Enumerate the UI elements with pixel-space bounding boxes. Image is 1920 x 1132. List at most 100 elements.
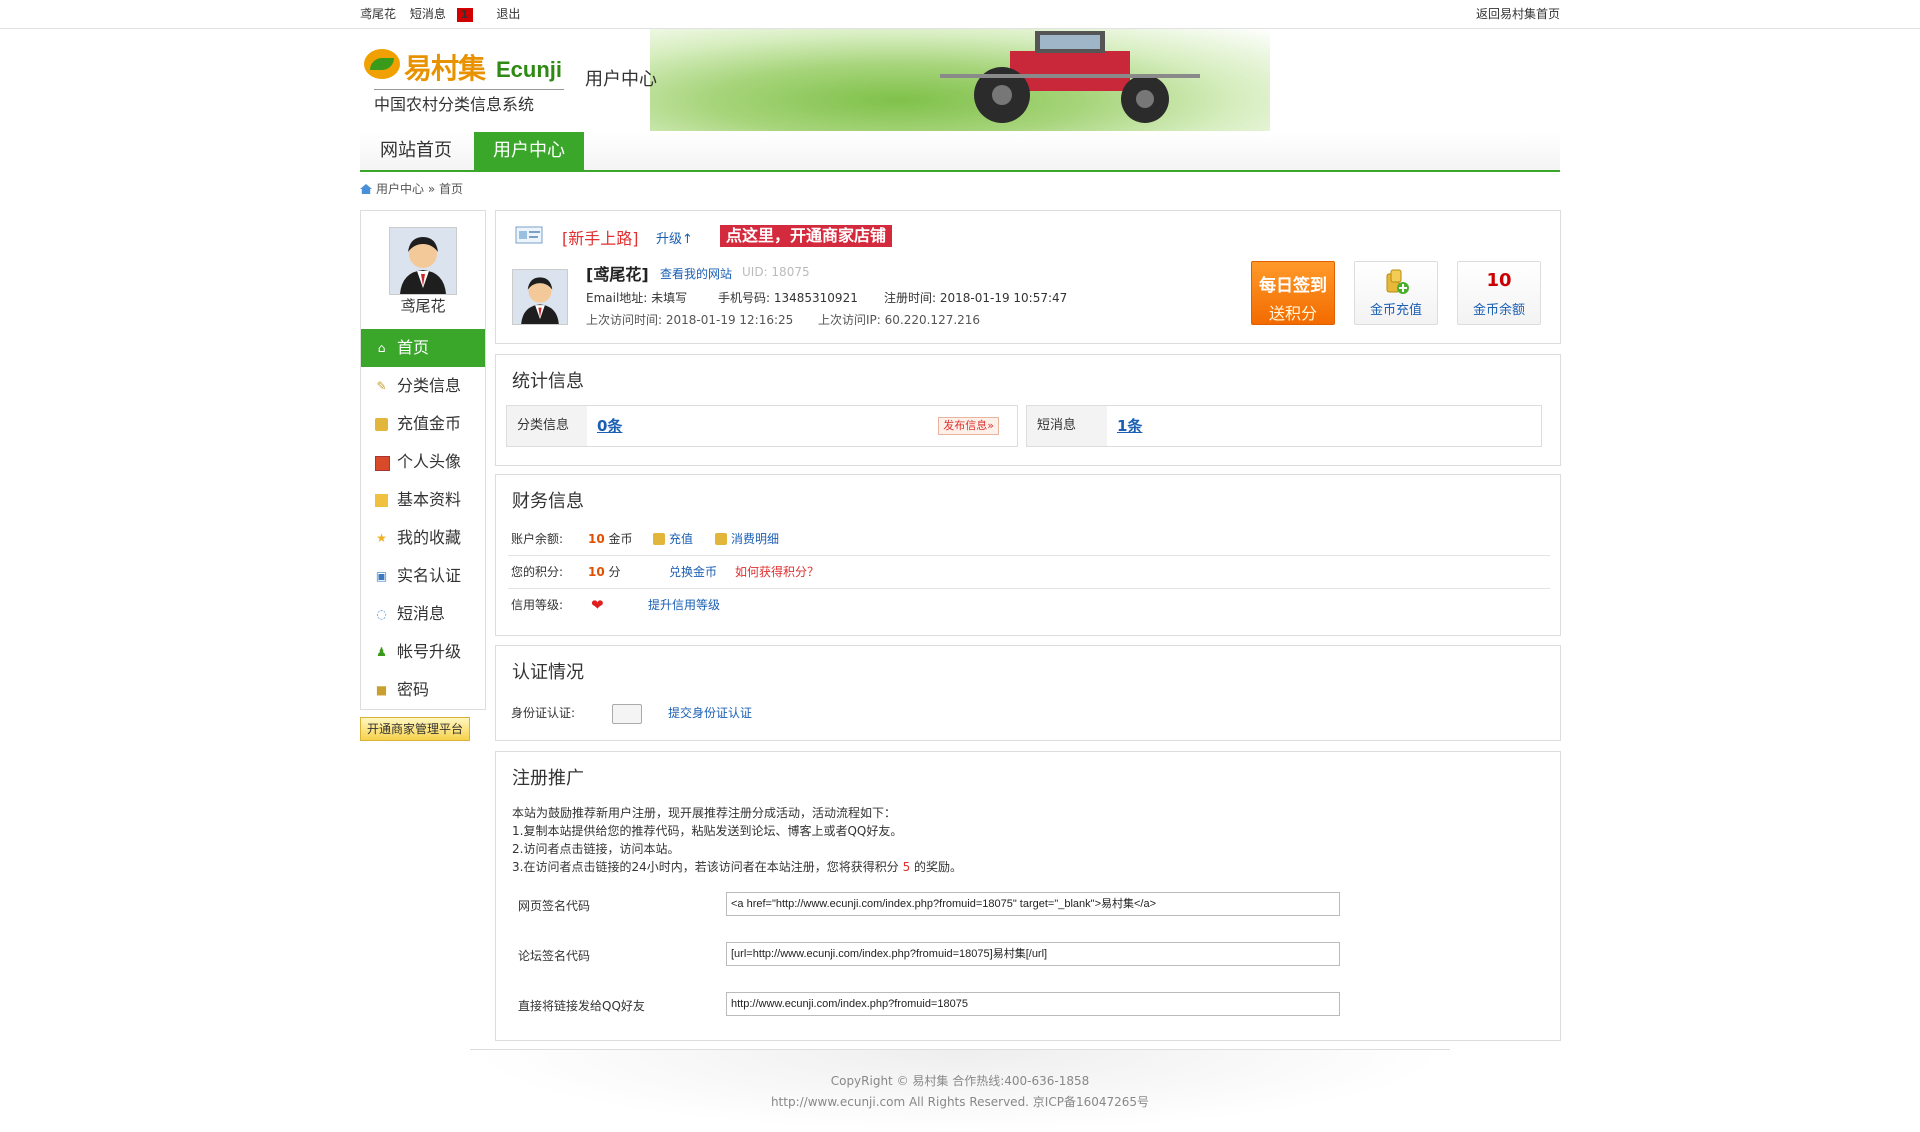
recharge-label: 金币充值 xyxy=(1369,303,1422,318)
referral-line-3: 2.访问者点击链接，访问本站。 xyxy=(512,842,680,856)
forum-code-field[interactable]: [url=http://www.ecunji.com/index.php?fro… xyxy=(726,942,1340,966)
verification-panel: 认证情况 身份证认证: 提交身份证认证 xyxy=(495,645,1561,741)
nav-user-center[interactable]: 用户中心 xyxy=(474,132,584,170)
sidebar-item-label: 密码 xyxy=(397,680,430,699)
profile-name: [鸢尾花] xyxy=(586,265,649,284)
coin-balance-box[interactable]: 10 金币余额 xyxy=(1457,261,1541,325)
stat-classified: 分类信息 0条 发布信息» xyxy=(506,405,1018,447)
logo-mark-icon xyxy=(364,49,400,79)
messages-link[interactable]: 短消息 1 xyxy=(410,7,483,22)
sidebar-item-label: 我的收藏 xyxy=(397,528,462,547)
exchange-coins-link[interactable]: 兑换金币 xyxy=(669,556,717,588)
lock-icon: ■ xyxy=(375,683,388,697)
open-shop-banner[interactable]: 点这里，开通商家店铺 xyxy=(720,225,893,247)
username-link[interactable]: 鸢尾花 xyxy=(360,7,396,21)
sidebar-item-verify[interactable]: ▣ 实名认证 xyxy=(361,557,485,595)
nav-home[interactable]: 网站首页 xyxy=(360,132,472,170)
sidebar-menu: ⌂ 首页 ✎ 分类信息 充值金币 个人头像 基本资料 ★ 我的收藏 ▣ 实名认证 ◌ 短消… xyxy=(361,329,485,709)
recharge-link-label[interactable]: 充值 xyxy=(669,532,693,546)
id-verify-label: 身份证认证: xyxy=(511,706,576,720)
referral-line-4-b: 的奖励。 xyxy=(914,860,963,874)
chat-icon: ◌ xyxy=(376,607,387,621)
stat-messages-label: 短消息 xyxy=(1027,406,1107,446)
reg-time-info: 注册时间: 2018-01-19 10:57:47 xyxy=(884,291,1068,305)
daily-checkin-button[interactable]: 每日签到 送积分 xyxy=(1251,261,1335,325)
coin-balance-value: 10 xyxy=(1486,270,1512,291)
top-bar: 鸢尾花 短消息 1 退出 返回易村集首页 xyxy=(0,0,1920,29)
messages-count-badge: 1 xyxy=(456,8,473,22)
qq-link-field[interactable]: http://www.ecunji.com/index.php?fromuid=… xyxy=(726,992,1340,1016)
coins-icon xyxy=(653,533,665,545)
finance-panel: 财务信息 账户余额: 10 金币 充值 消费明细 您的积分: 10 分 兑换金币… xyxy=(495,474,1561,636)
balance-row: 账户余额: 10 金币 充值 消费明细 xyxy=(508,523,1550,556)
upgrade-link[interactable]: 升级↑ xyxy=(656,228,693,247)
sidebar-item-favorites[interactable]: ★ 我的收藏 xyxy=(361,519,485,557)
sidebar: 鸢尾花 ⌂ 首页 ✎ 分类信息 充值金币 个人头像 基本资料 ★ 我的收藏 ▣ 实名认证… xyxy=(360,210,486,710)
coins-icon xyxy=(375,418,388,431)
how-get-points-link[interactable]: 如何获得积分？ xyxy=(735,556,819,588)
breadcrumb-sep: » xyxy=(427,182,436,196)
referral-line-2: 1.复制本站提供给您的推荐代码，粘贴发送到论坛、博客上或者QQ好友。 xyxy=(512,824,903,838)
heart-icon: ❤ xyxy=(591,596,604,614)
coins-icon xyxy=(1386,269,1409,294)
phone-info: 手机号码: 13485310921 xyxy=(718,291,858,305)
sidebar-item-home[interactable]: ⌂ 首页 xyxy=(361,329,485,367)
stat-classified-value[interactable]: 0条 xyxy=(597,406,622,446)
edit-icon: ✎ xyxy=(376,379,387,393)
sidebar-item-messages[interactable]: ◌ 短消息 xyxy=(361,595,485,633)
sidebar-item-recharge[interactable]: 充值金币 xyxy=(361,405,485,443)
sidebar-item-password[interactable]: ■ 密码 xyxy=(361,671,485,709)
recharge-link[interactable]: 充值 xyxy=(653,523,693,555)
sidebar-item-label: 分类信息 xyxy=(397,376,462,395)
last-ip-info: 上次访问IP: 60.220.127.216 xyxy=(818,313,981,327)
balance-value: 10 金币 xyxy=(588,523,633,555)
improve-credit-link[interactable]: 提升信用等级 xyxy=(648,589,720,621)
home-icon xyxy=(360,184,372,194)
publish-info-button[interactable]: 发布信息» xyxy=(938,417,999,435)
sidebar-item-label: 充值金币 xyxy=(397,414,462,433)
logo-en: Ecunji xyxy=(496,57,563,82)
last-visit-info: 上次访问时间: 2018-01-19 12:16:25 xyxy=(586,313,794,327)
sidebar-item-profile[interactable]: 基本资料 xyxy=(361,481,485,519)
forum-code-label: 论坛签名代码 xyxy=(518,949,591,963)
web-code-field[interactable]: <a href="http://www.ecunji.com/index.php… xyxy=(726,892,1340,916)
footer-background xyxy=(470,1050,1450,1132)
sidebar-item-avatar[interactable]: 个人头像 xyxy=(361,443,485,481)
home-icon: ⌂ xyxy=(377,341,386,355)
credit-row: 信用等级: ❤ 提升信用等级 xyxy=(508,589,1550,621)
breadcrumb-parent[interactable]: 用户中心 xyxy=(376,182,424,196)
user-level: [新手上路] xyxy=(562,229,639,248)
messages-label[interactable]: 短消息 xyxy=(410,7,446,21)
logo-cn: 易村集 xyxy=(404,52,486,85)
spending-details-label[interactable]: 消费明细 xyxy=(731,532,779,546)
recharge-coins-button[interactable]: 金币充值 xyxy=(1354,261,1438,325)
referral-line-4: 3.在访问者点击链接的24小时内，若该访问者在本站注册，您将获得积分 5 的奖励… xyxy=(512,858,962,876)
open-merchant-platform-button[interactable]: 开通商家管理平台 xyxy=(360,717,470,741)
sidebar-item-upgrade[interactable]: ♟ 帐号升级 xyxy=(361,633,485,671)
balance-label: 账户余额: xyxy=(511,532,564,546)
referral-points: 5 xyxy=(902,860,911,874)
points-row: 您的积分: 10 分 兑换金币 如何获得积分？ xyxy=(508,556,1550,589)
points-value: 10 分 xyxy=(588,556,621,588)
logout-link[interactable]: 退出 xyxy=(496,7,520,21)
spending-details-link[interactable]: 消费明细 xyxy=(715,523,779,555)
folder-icon xyxy=(375,494,388,507)
main-nav: 网站首页 用户中心 xyxy=(360,132,1560,172)
checkin-title: 每日签到 xyxy=(1259,276,1327,296)
submit-id-link[interactable]: 提交身份证认证 xyxy=(668,704,752,721)
logo-subtitle: 中国农村分类信息系统 xyxy=(374,89,564,115)
id-card-icon xyxy=(612,704,642,724)
sidebar-item-classified[interactable]: ✎ 分类信息 xyxy=(361,367,485,405)
coins-icon xyxy=(715,533,727,545)
balance-unit: 金币 xyxy=(608,532,633,546)
newbie-badge-icon xyxy=(515,226,543,244)
stat-messages: 短消息 1条 xyxy=(1026,405,1542,447)
stat-messages-value[interactable]: 1条 xyxy=(1117,406,1142,446)
back-home-link[interactable]: 返回易村集首页 xyxy=(1476,0,1560,28)
star-icon: ★ xyxy=(376,531,387,545)
checkin-subtitle: 送积分 xyxy=(1268,304,1317,323)
avatar[interactable] xyxy=(389,227,457,295)
view-my-site-link[interactable]: 查看我的网站 xyxy=(660,265,732,282)
points-unit: 分 xyxy=(608,565,621,579)
avatar-small[interactable] xyxy=(512,269,568,325)
